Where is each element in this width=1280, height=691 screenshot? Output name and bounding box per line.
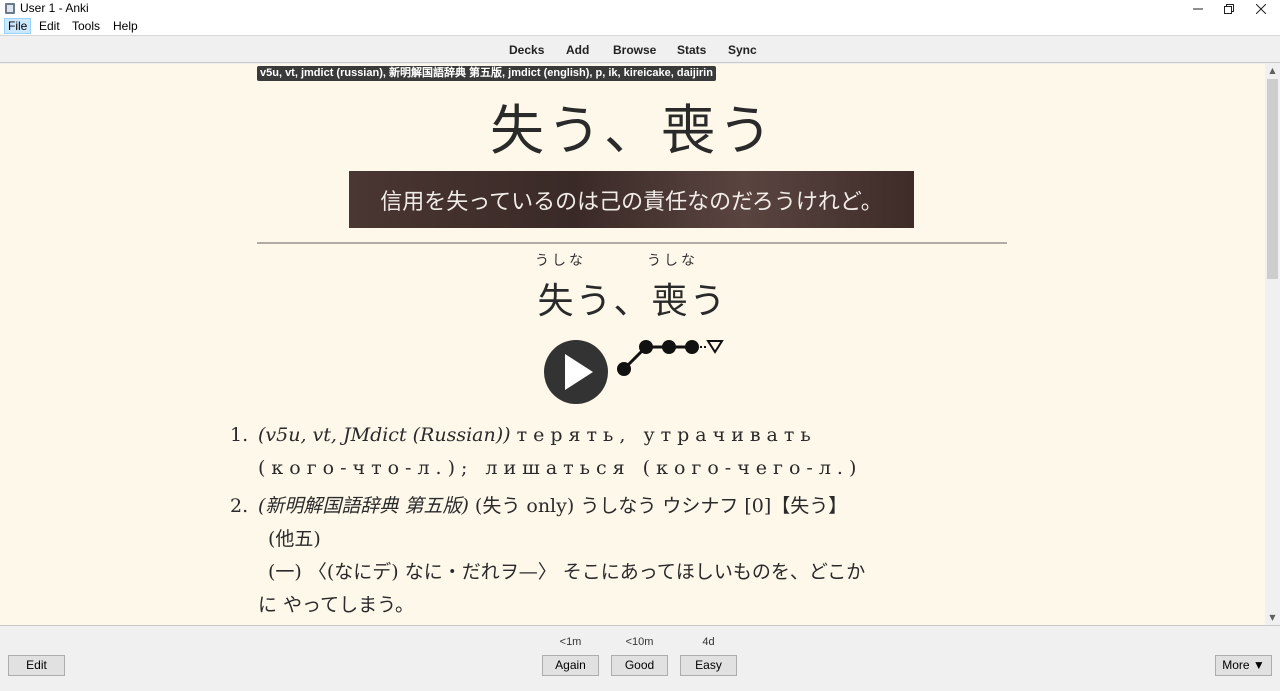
easy-interval: 4d — [702, 636, 715, 648]
anki-icon — [5, 3, 15, 14]
definition-1: 1. (v5u, vt, JMdict (Russian)) терять, ут… — [230, 424, 817, 446]
furigana-1: うしな — [535, 253, 586, 269]
definition-number: 2. — [230, 495, 249, 517]
close-icon — [1256, 3, 1266, 14]
toolbar-add[interactable]: Add — [566, 43, 589, 57]
answer-divider — [257, 242, 1007, 244]
definition-number: 1. — [230, 424, 249, 446]
scroll-up-icon[interactable]: ▲ — [1265, 64, 1280, 78]
card-view: v5u, vt, jmdict (russian), 新明解国語辞典 第五版, … — [0, 64, 1265, 625]
card-scrollbar[interactable]: ▲ ▼ — [1265, 64, 1280, 625]
toolbar-sync[interactable]: Sync — [728, 43, 757, 57]
definition-2-sense-continued: に やってしまう。 — [258, 594, 414, 616]
minimize-icon — [1193, 8, 1203, 9]
again-button[interactable]: Again — [542, 655, 599, 676]
definition-text: терять, утрачивать — [516, 424, 817, 446]
toolbar-browse[interactable]: Browse — [613, 43, 656, 57]
good-interval: <10m — [625, 636, 654, 648]
definition-source: (新明解国語辞典 第五版) — [258, 495, 469, 517]
definition-source: (v5u, vt, JMdict (Russian)) — [258, 424, 511, 446]
back-word: 失う、喪う — [537, 281, 728, 322]
play-audio-button[interactable] — [544, 340, 608, 404]
main-toolbar: Decks Add Browse Stats Sync — [0, 37, 1280, 63]
definition-2: 2. (新明解国語辞典 第五版) (失う only) うしなう ウシナフ [0]【… — [230, 491, 847, 518]
minimize-button[interactable] — [1182, 0, 1214, 17]
scrollbar-thumb[interactable] — [1267, 79, 1278, 279]
good-button[interactable]: Good — [611, 655, 668, 676]
menu-file[interactable]: File — [4, 18, 32, 34]
sentence-text: 信用を失っているのは己の責任なのだろうけれど。 — [380, 190, 883, 215]
sentence-screenshot: 信用を失っているのは己の責任なのだろうけれど。 — [349, 171, 914, 228]
again-interval: <1m — [559, 636, 582, 648]
close-button[interactable] — [1245, 0, 1277, 17]
furigana-2: うしな — [647, 253, 698, 269]
card-tags: v5u, vt, jmdict (russian), 新明解国語辞典 第五版, … — [257, 66, 716, 81]
pitch-accent-graph-icon — [617, 340, 724, 376]
menu-bar: File Edit Tools Help — [0, 17, 1280, 36]
restore-icon — [1224, 3, 1234, 14]
definition-2-pos: (他五) — [268, 528, 321, 550]
furigana-reading: うしな うしな — [0, 250, 1265, 272]
scroll-down-icon[interactable]: ▼ — [1265, 611, 1280, 625]
menu-edit[interactable]: Edit — [36, 19, 63, 33]
front-word: 失う、喪う — [490, 99, 775, 162]
toolbar-stats[interactable]: Stats — [677, 43, 706, 57]
menu-help[interactable]: Help — [110, 19, 141, 33]
definition-2-sense: (一) 〈(なにデ) なに・だれヲ—〉 そこにあってほしいものを、どこか — [268, 561, 866, 583]
definition-1-continued: (кого-что-л.); лишаться (кого-чего-л.) — [258, 457, 863, 479]
restore-button[interactable] — [1213, 0, 1245, 17]
definition-text: (失う only) うしなう ウシナフ [0]【失う】 — [474, 495, 848, 517]
menu-tools[interactable]: Tools — [69, 19, 103, 33]
edit-button[interactable]: Edit — [8, 655, 65, 676]
more-button[interactable]: More ▼ — [1215, 655, 1272, 676]
answer-bar: Edit <1m <10m 4d Again Good Easy More ▼ — [0, 625, 1280, 691]
window-title: User 1 - Anki — [20, 1, 89, 15]
easy-button[interactable]: Easy — [680, 655, 737, 676]
toolbar-decks[interactable]: Decks — [509, 43, 544, 57]
title-bar: User 1 - Anki — [0, 0, 1280, 17]
